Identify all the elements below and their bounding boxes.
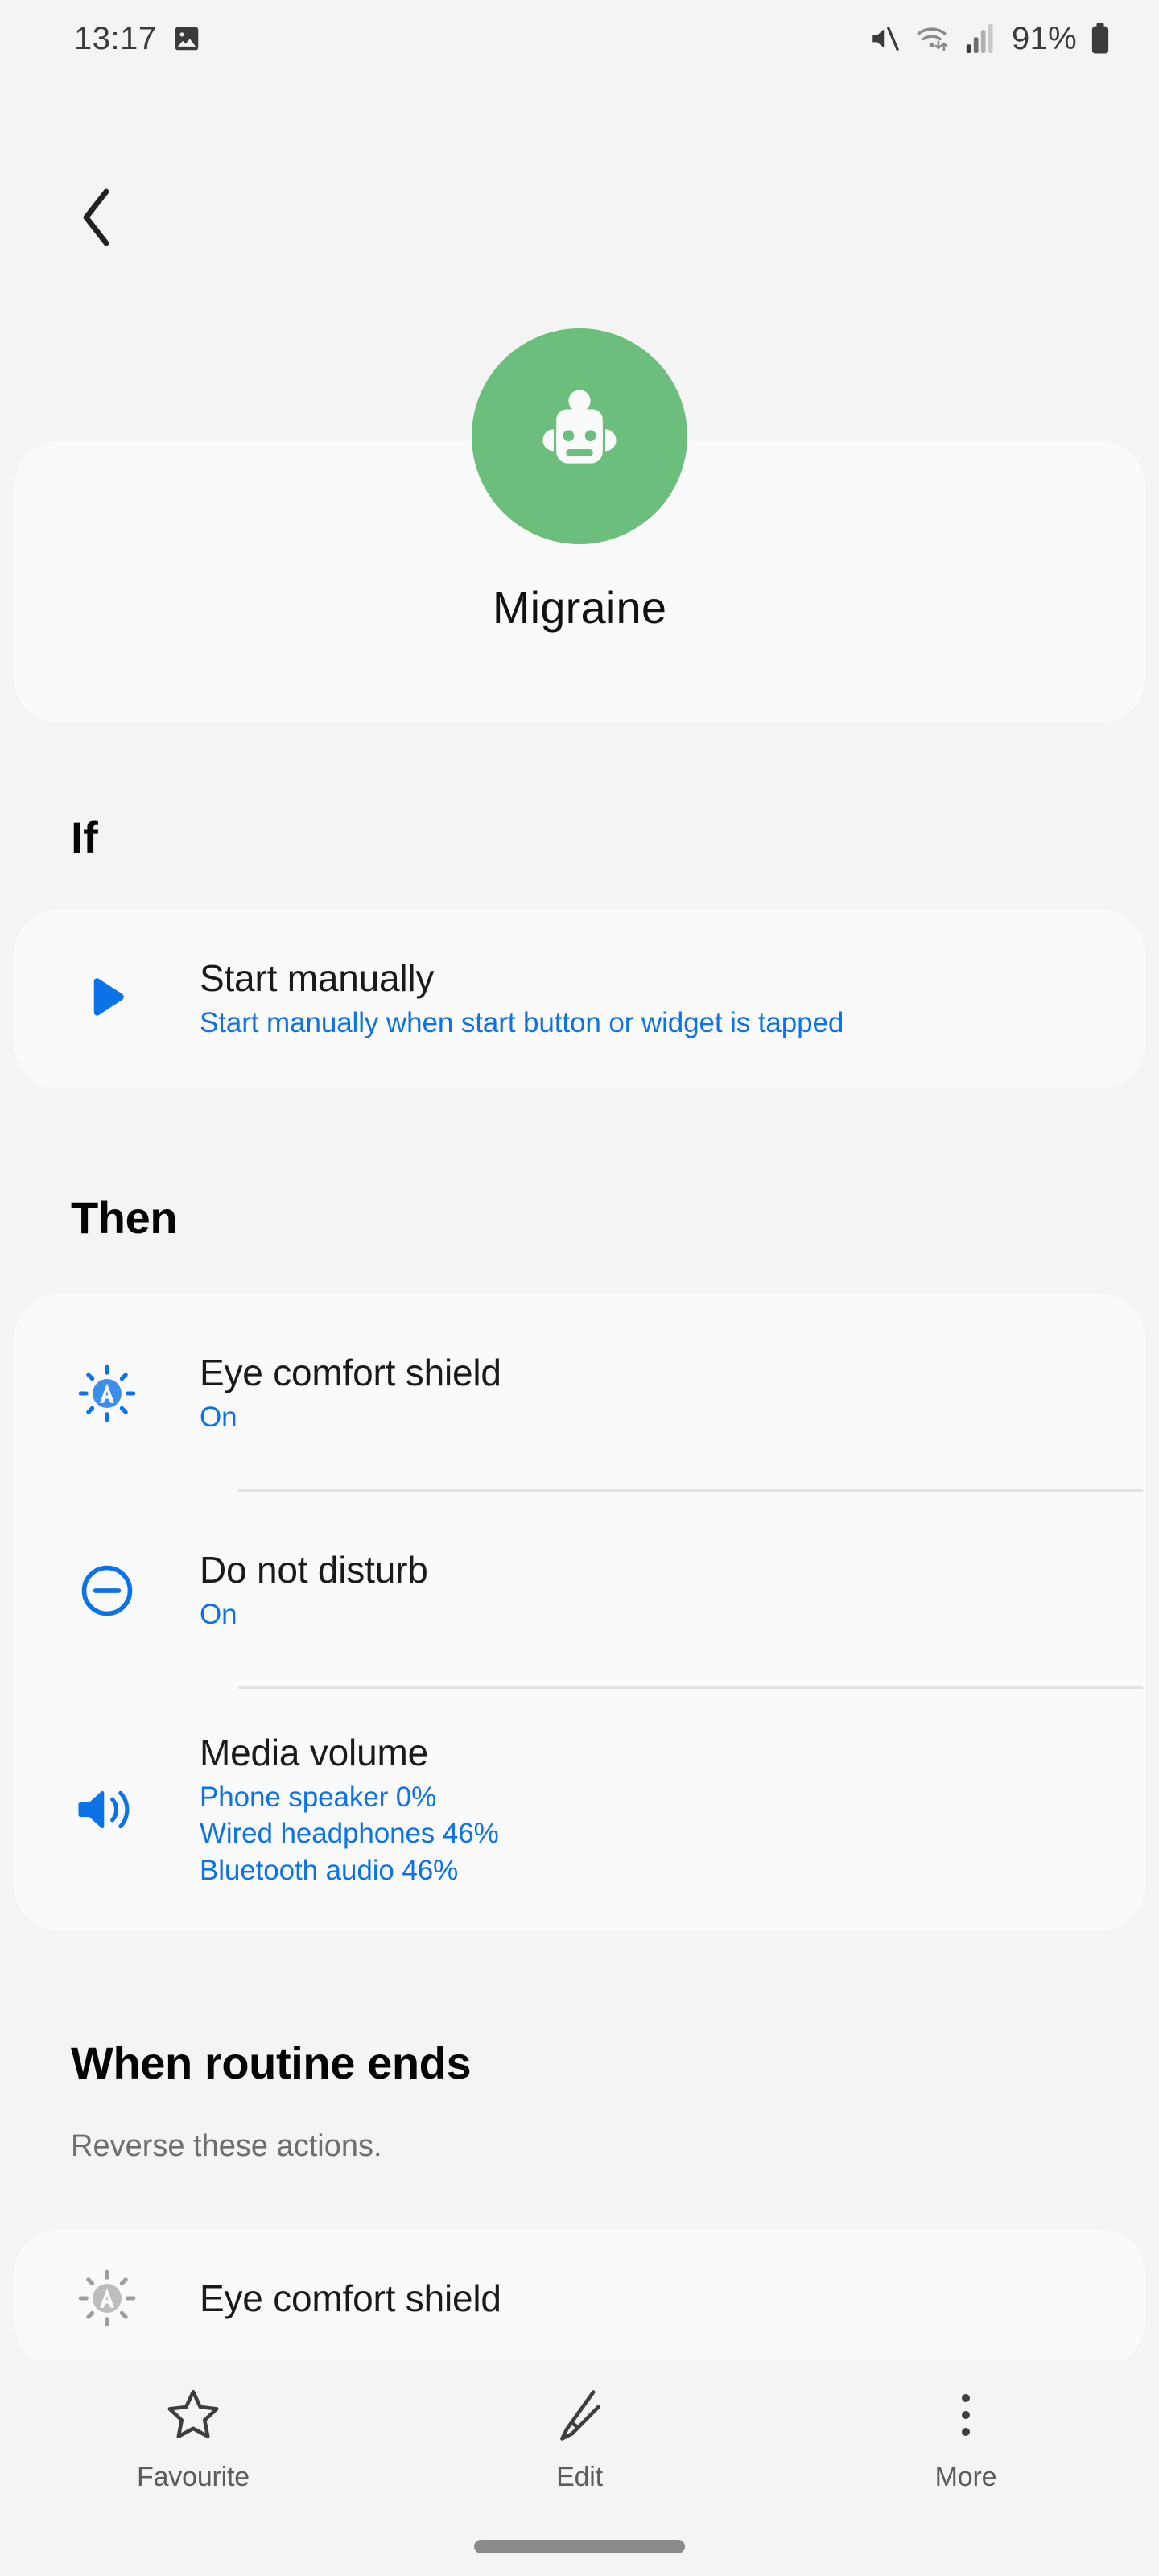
- row-start-manually[interactable]: Start manually Start manually when start…: [14, 910, 1145, 1088]
- row-subtitle: On: [200, 1399, 1112, 1436]
- row-do-not-disturb[interactable]: Do not disturb On: [14, 1492, 1145, 1689]
- if-card: Start manually Start manually when start…: [14, 910, 1145, 1088]
- row-text: Do not disturb On: [200, 1548, 1145, 1633]
- row-text: Eye comfort shield: [200, 2277, 1145, 2320]
- wifi-icon: [915, 22, 952, 56]
- section-heading-if: If: [71, 812, 98, 863]
- routine-detail-screen: 13:17 91% Migraine If Start manually Sta…: [0, 0, 1159, 2576]
- signal-bars-icon: [965, 23, 994, 55]
- eye-comfort-shield-icon: [14, 2267, 200, 2330]
- row-subtitle-line: On: [200, 1401, 237, 1433]
- image-icon: [171, 23, 202, 54]
- more-vertical-icon: [937, 2386, 995, 2444]
- row-subtitle-line: Bluetooth audio 46%: [200, 1854, 459, 1886]
- row-title: Do not disturb: [200, 1548, 428, 1591]
- page-title: Migraine: [492, 582, 667, 633]
- back-chevron-icon: [77, 185, 118, 250]
- battery-percentage: 91%: [1012, 20, 1077, 56]
- pencil-icon: [551, 2386, 608, 2444]
- routine-avatar[interactable]: [472, 328, 687, 544]
- battery-icon: [1090, 22, 1111, 56]
- row-subtitle-line: Wired headphones 46%: [200, 1818, 499, 1850]
- row-subtitle-line: Start manually when start button or widg…: [200, 1007, 844, 1039]
- status-bar-left: 13:17: [74, 21, 202, 57]
- back-button[interactable]: [53, 173, 142, 262]
- row-text: Start manually Start manually when start…: [200, 956, 1145, 1042]
- section-subheading-when-routine-ends: Reverse these actions.: [71, 2129, 382, 2163]
- row-eye-comfort-shield-end[interactable]: Eye comfort shield: [14, 2230, 1145, 2367]
- when-routine-ends-card: Eye comfort shield: [14, 2230, 1145, 2367]
- eye-comfort-shield-icon: [14, 1362, 200, 1425]
- row-title: Start manually: [200, 957, 435, 1000]
- do-not-disturb-icon: [14, 1559, 200, 1622]
- row-subtitle: Phone speaker 0% Wired headphones 46% Bl…: [200, 1779, 1112, 1889]
- row-subtitle: Start manually when start button or widg…: [200, 1005, 1112, 1042]
- row-title: Media volume: [200, 1731, 428, 1773]
- nav-item-more[interactable]: More: [773, 2360, 1159, 2493]
- row-subtitle-line: On: [200, 1598, 237, 1630]
- nav-label: Favourite: [137, 2462, 250, 2492]
- volume-off-icon: [868, 22, 902, 56]
- row-text: Eye comfort shield On: [200, 1351, 1145, 1436]
- nav-label: Edit: [556, 2462, 603, 2492]
- row-subtitle: On: [200, 1596, 1112, 1633]
- robot-icon: [515, 372, 644, 501]
- status-bar-right: 91%: [868, 21, 1111, 57]
- row-text: Media volume Phone speaker 0% Wired head…: [200, 1731, 1145, 1889]
- section-heading-then: Then: [71, 1192, 178, 1243]
- star-outline-icon: [164, 2386, 222, 2444]
- nav-label: More: [934, 2462, 997, 2492]
- row-eye-comfort-shield[interactable]: Eye comfort shield On: [14, 1294, 1145, 1492]
- row-subtitle-line: Phone speaker 0%: [200, 1781, 437, 1813]
- row-media-volume[interactable]: Media volume Phone speaker 0% Wired head…: [14, 1689, 1145, 1930]
- media-volume-icon: [14, 1778, 200, 1841]
- status-bar: 13:17 91%: [0, 0, 1159, 77]
- row-title: Eye comfort shield: [200, 2277, 501, 2319]
- nav-item-edit[interactable]: Edit: [386, 2360, 773, 2493]
- then-card: Eye comfort shield On Do not disturb On: [14, 1294, 1145, 1930]
- play-icon: [14, 972, 200, 1026]
- status-bar-clock: 13:17: [74, 20, 157, 56]
- row-title: Eye comfort shield: [200, 1351, 501, 1393]
- section-heading-when-routine-ends: When routine ends: [71, 2037, 472, 2088]
- nav-item-favourite[interactable]: Favourite: [0, 2360, 386, 2493]
- gesture-handle[interactable]: [474, 2540, 685, 2553]
